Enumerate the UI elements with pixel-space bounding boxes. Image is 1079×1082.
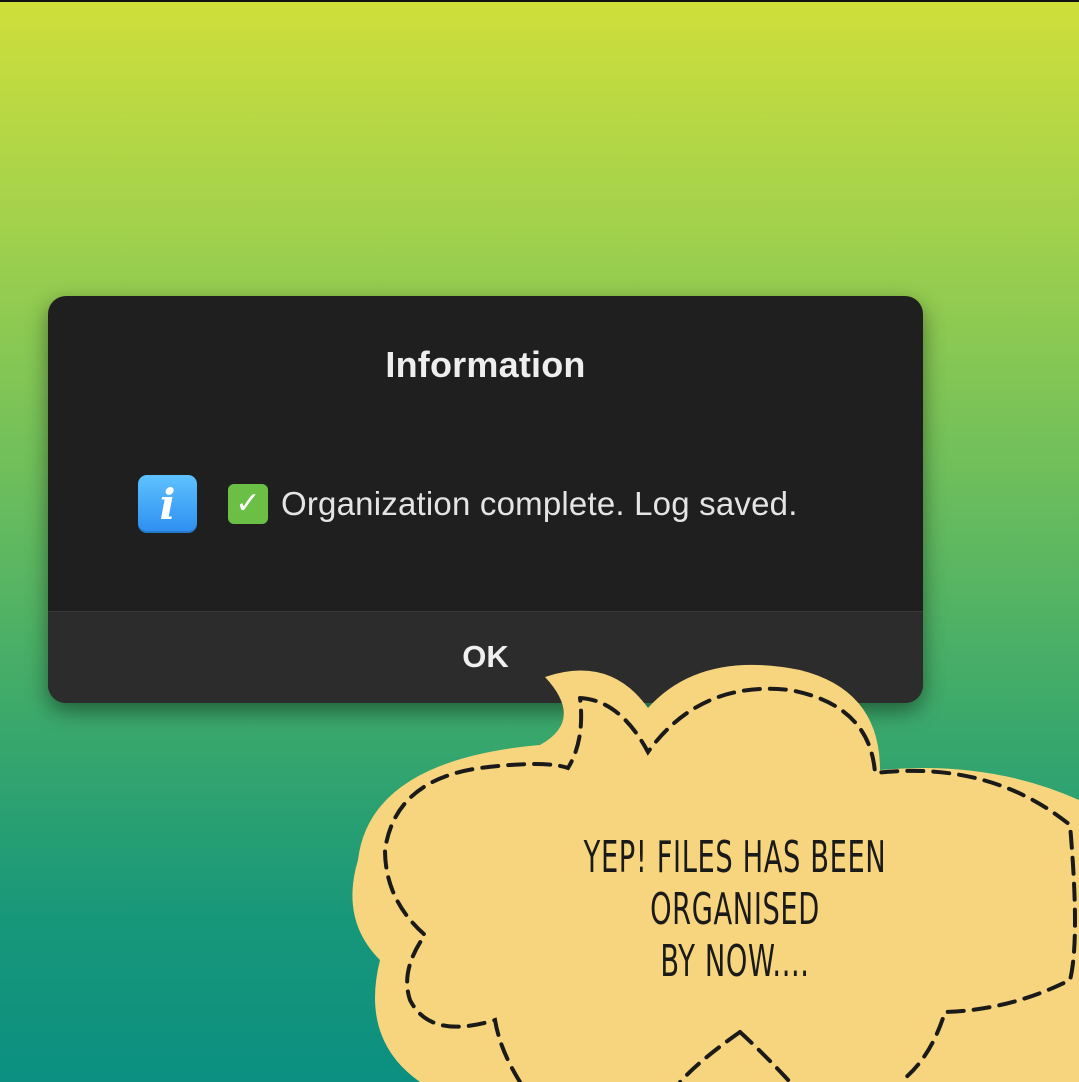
dialog-message: Organization complete. Log saved. [281, 485, 798, 522]
ok-button[interactable]: OK [48, 612, 923, 703]
dialog-footer: OK [48, 611, 923, 703]
top-border [0, 0, 1079, 2]
speech-bubble-text: YEP! FILES HAS BEEN ORGANISED BY NOW.... [552, 832, 918, 988]
check-mark-icon: ✓ [228, 484, 268, 524]
dialog-title: Information [385, 344, 586, 385]
speech-bubble-line-2: BY NOW.... [660, 936, 810, 987]
information-dialog: Information i ✓ Organization complete. L… [48, 296, 923, 703]
speech-bubble-line-1: YEP! FILES HAS BEEN ORGANISED [583, 832, 887, 935]
dialog-body: i ✓ Organization complete. Log saved. [138, 475, 798, 533]
info-icon: i [138, 475, 197, 533]
speech-bubble-dashed-notch [738, 1030, 792, 1082]
